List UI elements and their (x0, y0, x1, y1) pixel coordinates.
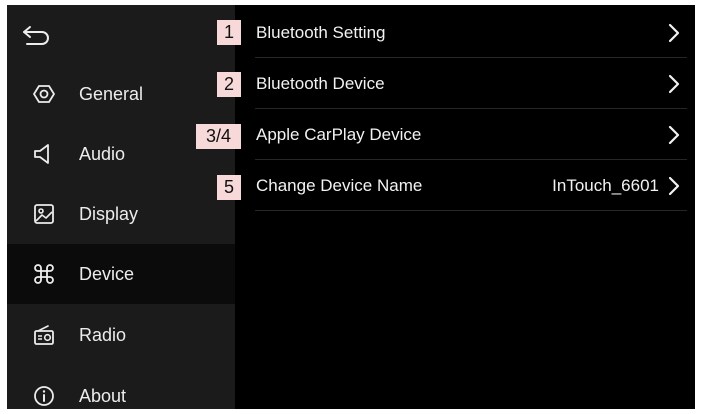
sidebar-item-display[interactable]: Display (7, 184, 235, 244)
sidebar-item-radio[interactable]: Radio (7, 305, 235, 365)
sidebar-item-label: Device (79, 263, 135, 284)
back-button[interactable] (21, 15, 61, 55)
sidebar-item-label: Audio (79, 143, 126, 164)
callout-badge: 2 (217, 72, 241, 97)
callout-badge: 3/4 (196, 124, 241, 149)
bluetooth-device-row[interactable]: Bluetooth Device (235, 58, 695, 109)
row-label: Bluetooth Setting (256, 22, 386, 42)
bluetooth-setting-row[interactable]: Bluetooth Setting (235, 7, 695, 58)
row-label: Change Device Name (256, 175, 423, 195)
sidebar-item-about[interactable]: About (7, 366, 235, 409)
change-device-name-row[interactable]: Change Device Name InTouch_6601 (235, 160, 695, 211)
divider (255, 210, 687, 211)
speaker-icon (33, 143, 55, 165)
sidebar-item-device[interactable]: Device (7, 244, 235, 304)
sidebar-item-label: General (79, 83, 144, 104)
callout-badge: 1 (217, 20, 241, 45)
callout-badge: 5 (217, 175, 241, 200)
chevron-right-icon (668, 74, 680, 93)
device-settings-list: Bluetooth Setting Bluetooth Device Apple… (235, 5, 695, 409)
back-arrow-icon (23, 26, 49, 45)
sidebar-item-label: About (79, 385, 127, 406)
hexagon-settings-icon (33, 83, 55, 105)
radio-icon (33, 324, 55, 346)
device-name-value: InTouch_6601 (552, 175, 659, 195)
chevron-right-icon (668, 176, 680, 195)
image-icon (33, 203, 55, 225)
chevron-right-icon (668, 125, 680, 144)
chevron-right-icon (668, 23, 680, 42)
row-label: Bluetooth Device (256, 73, 385, 93)
sidebar-item-label: Radio (79, 324, 127, 345)
head-unit-screen: General Audio Display Device Radio About… (7, 5, 695, 409)
sidebar-item-general[interactable]: General (7, 64, 235, 124)
command-key-icon (33, 263, 55, 285)
row-label: Apple CarPlay Device (256, 124, 422, 144)
settings-sidebar: General Audio Display Device Radio About (7, 5, 235, 409)
sidebar-item-label: Display (79, 203, 139, 224)
info-icon (33, 385, 55, 407)
apple-carplay-device-row[interactable]: Apple CarPlay Device (235, 109, 695, 160)
